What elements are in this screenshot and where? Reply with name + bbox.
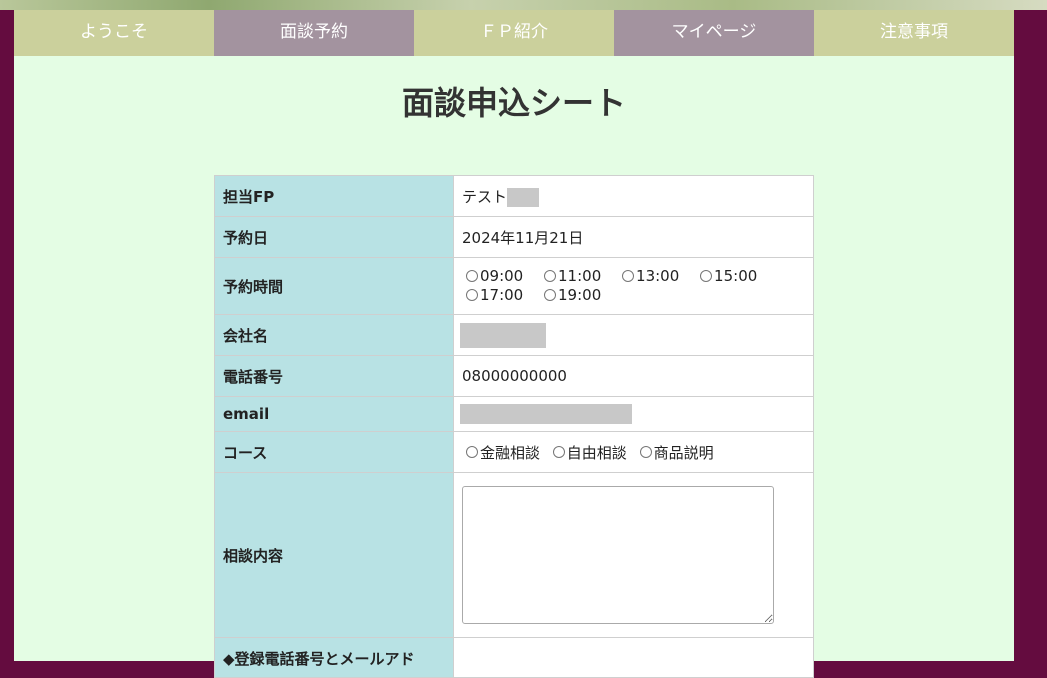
form-row-note: ◆登録電話番号とメールアド: [214, 637, 814, 678]
nav-item-reservation[interactable]: 面談予約: [214, 10, 414, 56]
form-row-course: コース 金融相談 自由相談 商品説明: [214, 431, 814, 473]
time-option[interactable]: 11:00: [540, 267, 601, 285]
form-row-company: 会社名: [214, 314, 814, 356]
course-option[interactable]: 金融相談: [462, 442, 540, 463]
time-radio[interactable]: [466, 270, 478, 282]
redacted-block: [507, 187, 540, 207]
time-option[interactable]: 19:00: [540, 286, 601, 304]
page-title: 面談申込シート: [401, 84, 626, 122]
course-radio[interactable]: [466, 446, 478, 458]
fp-name: テスト: [462, 187, 508, 206]
course-option[interactable]: 自由相談: [549, 442, 627, 463]
time-option[interactable]: 13:00: [618, 267, 679, 285]
fp-value: テスト: [453, 175, 814, 217]
time-label: 予約時間: [214, 257, 454, 315]
time-radio[interactable]: [700, 270, 713, 282]
course-radio[interactable]: [552, 446, 565, 458]
redacted-block: [460, 404, 632, 424]
time-radio[interactable]: [544, 270, 557, 282]
nav-item-notes[interactable]: 注意事項: [814, 10, 1014, 56]
time-option[interactable]: 15:00: [696, 267, 757, 285]
time-radio[interactable]: [544, 289, 557, 301]
course-label: コース: [214, 431, 454, 473]
date-value: 2024年11月21日: [453, 216, 814, 258]
form-row-phone: 電話番号 08000000000: [214, 355, 814, 397]
course-options: 金融相談 自由相談 商品説明: [453, 431, 814, 473]
application-form: 担当FP テスト 予約日 2024年11月21日 予約時間 09:00 11:0…: [214, 175, 814, 678]
redacted-block: [460, 322, 546, 348]
email-label: email: [214, 396, 454, 432]
company-field[interactable]: [453, 314, 814, 356]
form-row-fp: 担当FP テスト: [214, 175, 814, 217]
form-row-consult: 相談内容: [214, 472, 814, 638]
course-radio[interactable]: [639, 446, 652, 458]
note-label: ◆登録電話番号とメールアド: [214, 637, 454, 678]
date-label: 予約日: [214, 216, 454, 258]
phone-value: 08000000000: [453, 355, 814, 397]
course-option[interactable]: 商品説明: [636, 442, 714, 463]
nav-item-mypage[interactable]: マイページ: [614, 10, 814, 56]
form-row-time: 予約時間 09:00 11:00 13:00 15:00 17:00 19:00: [214, 257, 814, 315]
phone-label: 電話番号: [214, 355, 454, 397]
nav-item-welcome[interactable]: ようこそ: [14, 10, 214, 56]
consult-label: 相談内容: [214, 472, 454, 638]
email-field[interactable]: [453, 396, 814, 432]
form-row-email: email: [214, 396, 814, 432]
main-nav: ようこそ 面談予約 ＦＰ紹介 マイページ 注意事項: [14, 10, 1014, 56]
consult-textarea[interactable]: [462, 486, 774, 624]
note-cell: [453, 637, 814, 678]
time-options: 09:00 11:00 13:00 15:00 17:00 19:00: [453, 257, 814, 315]
top-banner-strip: [0, 0, 1047, 10]
form-row-date: 予約日 2024年11月21日: [214, 216, 814, 258]
consult-cell: [453, 472, 814, 638]
page-content: ようこそ 面談予約 ＦＰ紹介 マイページ 注意事項 面談申込シート 担当FP テ…: [14, 10, 1014, 678]
time-option[interactable]: 09:00: [462, 267, 523, 285]
time-option[interactable]: 17:00: [462, 286, 523, 304]
time-radio[interactable]: [622, 270, 635, 282]
nav-item-fp-intro[interactable]: ＦＰ紹介: [414, 10, 614, 56]
fp-label: 担当FP: [214, 175, 454, 217]
company-label: 会社名: [214, 314, 454, 356]
time-radio[interactable]: [466, 289, 478, 301]
